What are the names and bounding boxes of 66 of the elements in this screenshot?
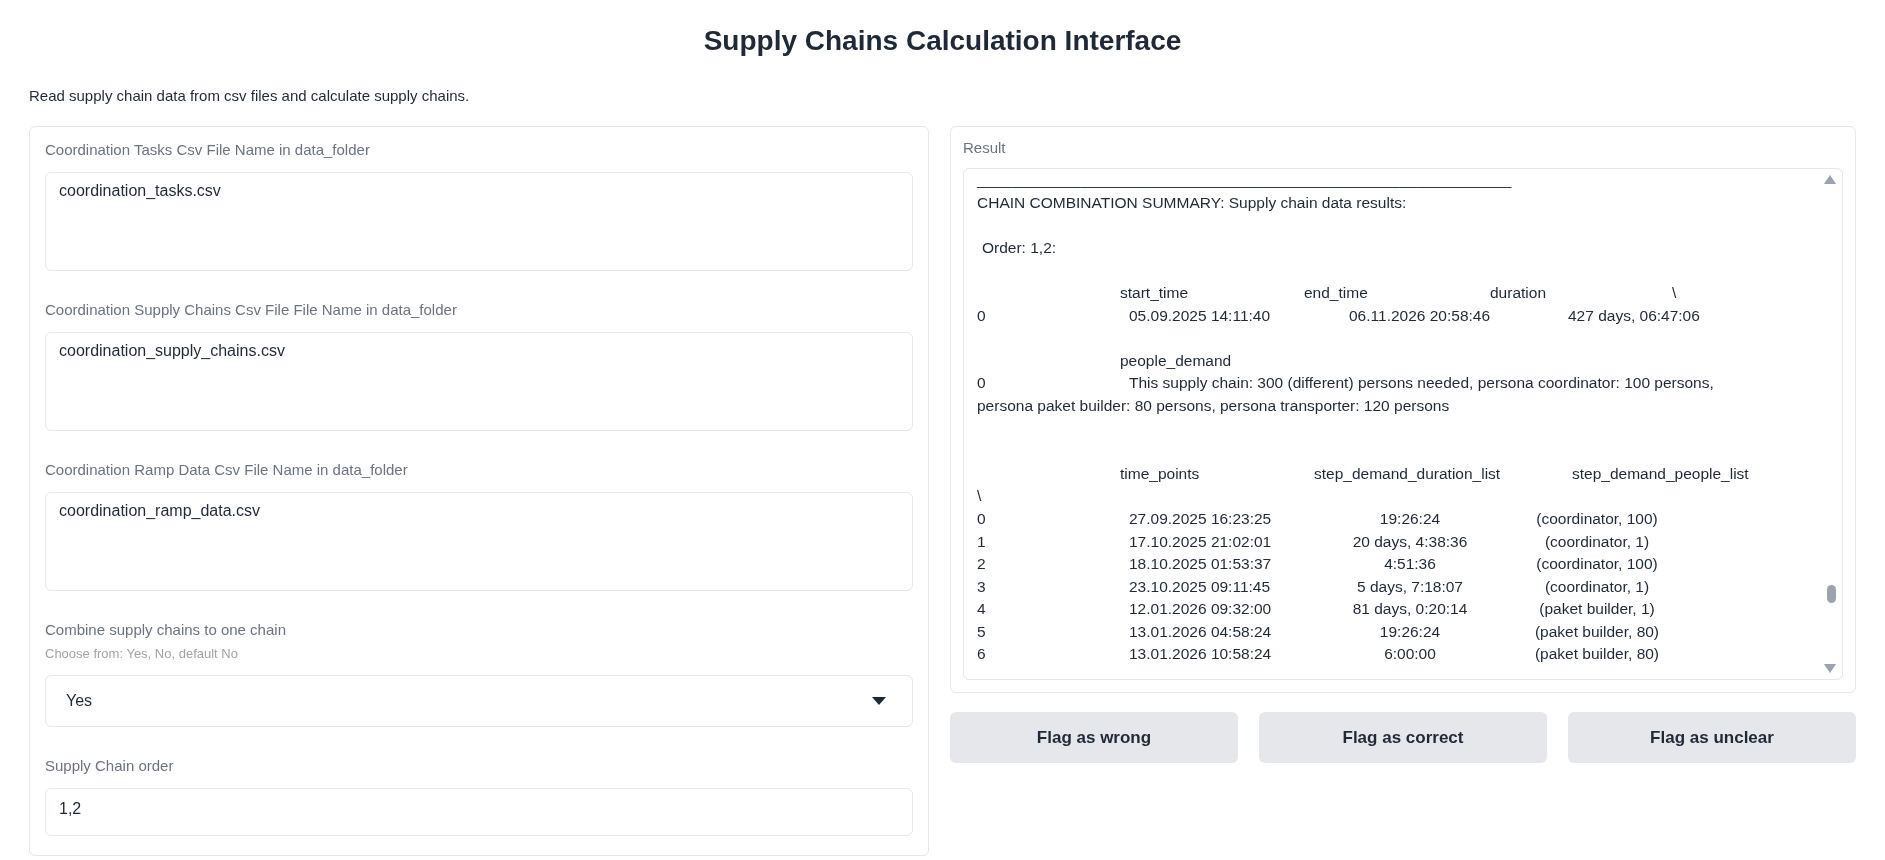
field-label: Supply Chain order — [45, 757, 174, 774]
column-header: step_demand_duration_list — [1314, 463, 1502, 484]
row-index: 6 — [977, 644, 987, 665]
flag-button[interactable]: Flag as correct — [1259, 712, 1547, 763]
scroll-up-icon[interactable] — [1824, 175, 1836, 184]
output-text: Order: 1,2: — [982, 237, 1057, 258]
row-index: 5 — [977, 621, 987, 642]
result-label: Result — [963, 139, 1006, 156]
table-cell-text: 05.09.2025 14:11:40 — [1129, 305, 1272, 326]
table-cell-text: 19:26:24 — [1378, 508, 1442, 529]
table-cell-text: 19:26:24 — [1378, 621, 1442, 642]
scrollbar-thumb[interactable] — [1827, 585, 1836, 603]
table-cell-text: (coordinator, 100) — [1535, 508, 1659, 529]
row-index: 3 — [977, 576, 987, 597]
table-cell-text: 12.01.2026 09:32:00 — [1129, 599, 1273, 620]
table-cell-text: 427 days, 06:47:06 — [1568, 305, 1700, 326]
table-cell-text: (coordinator, 1) — [1543, 531, 1651, 552]
column-header: time_points — [1120, 463, 1201, 484]
field-label: Combine supply chains to one chain — [45, 621, 286, 638]
output-text: CHAIN COMBINATION SUMMARY: Supply chain data results: — [977, 192, 1407, 213]
table-cell-text: 13.01.2026 10:58:24 — [1129, 644, 1273, 665]
description: Read supply chain data from csv files and calculate supply chains. — [29, 87, 470, 104]
table-cell-text: 18.10.2025 01:53:37 — [1129, 554, 1273, 575]
page-title: Supply Chains Calculation Interface — [703, 25, 1182, 57]
table-cell-text: (coordinator, 1) — [1543, 576, 1651, 597]
field-label: Coordination Supply Chains Csv File File Name in data_folder — [45, 301, 457, 318]
field-label: Coordination Ramp Data Csv File Name in data_folder — [45, 461, 408, 478]
output-text: \ — [977, 486, 982, 507]
column-header: \ — [1672, 282, 1677, 303]
output-text: 0 This supply chain: 300 (different) persons needed, persona coordinator: 100 persons, persona paket builder: 80 persons, persona transporter: 120 persons — [977, 373, 1715, 416]
column-header: start_time — [1120, 282, 1190, 303]
column-header: step_demand_people_list — [1572, 463, 1749, 484]
table-cell-text: (paket builder, 80) — [1533, 644, 1661, 665]
text-area[interactable]: coordination_supply_chains.csv — [45, 332, 913, 431]
table-cell-text: 5 days, 7:18:07 — [1356, 576, 1464, 597]
caret-icon — [872, 697, 886, 705]
row-index: 4 — [977, 599, 987, 620]
text-area[interactable]: coordination_ramp_data.csv — [45, 492, 913, 591]
flag-button[interactable]: Flag as wrong — [950, 712, 1238, 763]
field-hint: Choose from: Yes, No, default No — [45, 646, 238, 661]
row-index: 1 — [977, 531, 987, 552]
table-cell-text: (coordinator, 100) — [1535, 554, 1659, 575]
column-header: people_demand — [1120, 350, 1232, 371]
table-cell-text: 17.10.2025 21:02:01 — [1129, 531, 1273, 552]
table-cell-text: (paket builder, 1) — [1538, 599, 1656, 620]
table-cell-text: 23.10.2025 09:11:45 — [1129, 576, 1272, 597]
table-cell-text: 20 days, 4:38:36 — [1351, 531, 1469, 552]
table-cell-text: 4:51:36 — [1383, 554, 1437, 575]
scroll-down-icon[interactable] — [1824, 664, 1836, 673]
input-field[interactable]: 1,2 — [45, 788, 913, 836]
row-index: 2 — [977, 554, 987, 575]
column-header: end_time — [1304, 282, 1369, 303]
table-cell-text: (paket builder, 80) — [1533, 621, 1661, 642]
column-header: duration — [1490, 282, 1547, 303]
text-area[interactable]: coordination_tasks.csv — [45, 172, 913, 271]
table-cell-text: 81 days, 0:20:14 — [1351, 599, 1469, 620]
table-cell-text: 27.09.2025 16:23:25 — [1129, 508, 1273, 529]
table-cell-text: 13.01.2026 04:58:24 — [1129, 621, 1273, 642]
output-text: ______________________________________________________________ — [977, 170, 1512, 190]
row-index: 0 — [977, 305, 987, 326]
table-cell-text: 06.11.2026 20:58:46 — [1349, 305, 1492, 326]
flag-button[interactable]: Flag as unclear — [1568, 712, 1856, 763]
dropdown[interactable]: Yes — [45, 675, 913, 727]
row-index: 0 — [977, 508, 987, 529]
table-cell-text: 6:00:00 — [1383, 644, 1437, 665]
field-label: Coordination Tasks Csv File Name in data_folder — [45, 141, 370, 158]
